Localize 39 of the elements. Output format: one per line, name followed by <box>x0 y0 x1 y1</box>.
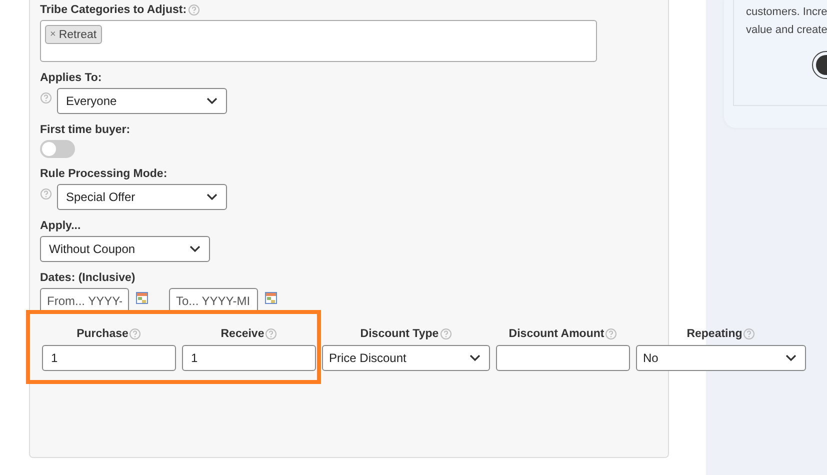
calendar-icon[interactable] <box>136 292 148 304</box>
caret-icon <box>189 245 201 253</box>
column-label: Receive <box>220 328 264 342</box>
field-label: Apply... <box>40 220 81 232</box>
field-label: Applies To: <box>40 72 102 84</box>
column-label: Purchase <box>76 328 128 342</box>
column-label: Discount Type <box>360 328 439 342</box>
dropdown[interactable]: No <box>636 345 806 371</box>
number-field[interactable]: 1 <box>182 345 316 371</box>
category-select[interactable]: × Retreat <box>40 20 597 62</box>
caret-icon <box>206 193 218 201</box>
number-field[interactable]: 1 <box>42 345 176 371</box>
help-icon[interactable] <box>605 328 618 340</box>
dropdown[interactable]: Without Coupon <box>40 236 210 262</box>
help-icon[interactable] <box>40 188 52 200</box>
card-text: customers. Incre <box>746 5 827 20</box>
column-label: Repeating <box>686 328 742 342</box>
help-icon[interactable] <box>188 4 200 16</box>
caret-icon <box>785 354 797 362</box>
caret-icon <box>469 354 481 362</box>
field-label: Rule Processing Mode: <box>40 168 168 180</box>
help-icon[interactable] <box>743 328 756 340</box>
number-field[interactable] <box>496 345 630 371</box>
toggle-switch[interactable] <box>40 140 75 158</box>
help-icon[interactable] <box>40 92 52 104</box>
dropdown[interactable]: Price Discount <box>322 345 490 371</box>
field-label: First time buyer: <box>40 124 130 136</box>
help-icon[interactable] <box>129 328 142 340</box>
help-icon[interactable] <box>440 328 452 340</box>
column-label: Discount Amount <box>508 328 604 342</box>
field-label: Dates: (Inclusive) <box>40 272 136 284</box>
card-text: value and create <box>746 23 827 38</box>
field-label: Tribe Categories to Adjust: <box>40 4 187 16</box>
calendar-icon[interactable] <box>265 292 277 304</box>
caret-icon <box>206 97 218 105</box>
dropdown[interactable]: Special Offer <box>57 184 227 210</box>
category-tag[interactable]: × Retreat <box>45 25 102 44</box>
help-icon[interactable] <box>265 328 278 340</box>
dropdown[interactable]: Everyone <box>57 88 227 114</box>
